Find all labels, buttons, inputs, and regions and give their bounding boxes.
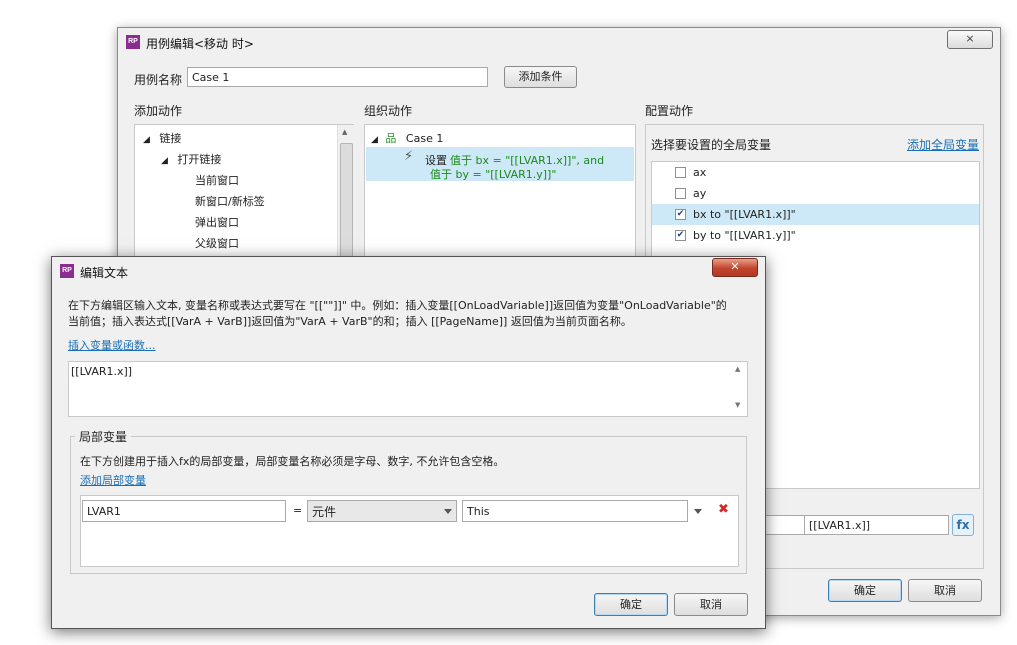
action-detail-line2: 值于 by = "[[LVAR1.y]]" — [430, 168, 557, 181]
collapse-arrow-icon: ◢ — [143, 135, 150, 145]
edit-text-dialog: RP 编辑文本 ✕ 在下方编辑区输入文本, 变量名称或表达式要写在 "[[""]… — [51, 256, 766, 629]
local-variables-group: 局部变量 在下方创建用于插入fx的局部变量，局部变量名称必须是字母、数字, 不允… — [70, 428, 747, 574]
select-global-variable-label: 选择要设置的全局变量 — [651, 138, 772, 152]
add-global-variable-link[interactable]: 添加全局变量 — [907, 136, 979, 153]
local-variables-title: 局部变量 — [75, 428, 132, 445]
tree-node-open-link[interactable]: ◢ 打开链接 — [161, 151, 221, 167]
case-tree-icon: 品 — [385, 132, 397, 145]
case-name-label: 用例名称 — [134, 73, 183, 87]
add-local-variable-link[interactable]: 添加局部变量 — [80, 472, 146, 488]
local-variable-name-input[interactable]: LVAR1 — [82, 500, 286, 522]
instruction-text-line1: 在下方编辑区输入文本, 变量名称或表达式要写在 "[[""]]" 中。例如：插入… — [68, 299, 727, 312]
chevron-down-icon[interactable] — [694, 509, 702, 514]
var-bx-label: bx to "[[LVAR1.x]]" — [693, 208, 796, 221]
local-variable-table: LVAR1 = 元件 This ✖ — [80, 495, 739, 567]
collapse-arrow-icon: ◢ — [371, 135, 378, 145]
var-by-label: by to "[[LVAR1.y]]" — [693, 229, 796, 242]
text-editor-content: [[LVAR1.x]] — [71, 365, 133, 378]
case-name-input[interactable]: Case 1 — [187, 67, 488, 87]
tree-item-parent-window[interactable]: 父级窗口 — [195, 235, 239, 251]
scrollbar-thumb[interactable] — [340, 143, 353, 265]
chevron-down-icon — [444, 509, 452, 514]
case-editor-close-button[interactable]: ⨯ — [947, 30, 993, 49]
var-ax-checkbox[interactable] — [675, 167, 686, 178]
configure-actions-header: 配置动作 — [645, 104, 694, 118]
organize-actions-header: 组织动作 — [364, 104, 413, 118]
action-row-set-variable[interactable]: ⚡ 设置 值于 bx = "[[LVAR1.x]]", and 值于 by = … — [366, 147, 634, 181]
var-by-checkbox[interactable]: ✔ — [675, 230, 686, 241]
case-node[interactable]: ◢ 品 Case 1 — [371, 130, 443, 146]
case-editor-titlebar: RP 用例编辑<移动 时> ⨯ — [118, 28, 1000, 55]
scroll-up-arrow-icon[interactable]: ▲ — [342, 128, 347, 136]
edit-text-titlebar: RP 编辑文本 ✕ — [52, 257, 765, 284]
scroll-down-arrow-icon[interactable]: ▼ — [735, 401, 740, 409]
instruction-text-line2: 当前值；插入表达式[[VarA + VarB]]返回值为"VarA + VarB… — [68, 315, 632, 328]
case-ok-button[interactable]: 确定 — [828, 579, 902, 602]
delete-local-variable-icon[interactable]: ✖ — [718, 502, 729, 517]
type-select-value: 元件 — [312, 505, 337, 519]
app-icon: RP — [126, 35, 140, 49]
local-variables-description: 在下方创建用于插入fx的局部变量，局部变量名称必须是字母、数字, 不允许包含空格… — [80, 455, 505, 468]
app-icon: RP — [60, 264, 74, 278]
var-ay-label: ay — [693, 187, 707, 200]
local-variable-target-select[interactable]: This — [462, 500, 688, 522]
tree-item-popup-window[interactable]: 弹出窗口 — [195, 214, 239, 230]
insert-variable-link[interactable]: 插入变量或函数... — [68, 337, 156, 353]
add-condition-button[interactable]: 添加条件 — [504, 66, 577, 88]
text-editor-scrollbar[interactable]: ▲ ▼ — [731, 362, 747, 416]
var-bx-checkbox[interactable]: ✔ — [675, 209, 686, 220]
add-actions-header: 添加动作 — [134, 104, 183, 118]
edit-ok-button[interactable]: 确定 — [594, 593, 668, 616]
text-editor[interactable]: [[LVAR1.x]] ▲ ▼ — [68, 361, 748, 417]
value-input[interactable]: [[LVAR1.x]] — [804, 515, 949, 535]
tree-item-current-window[interactable]: 当前窗口 — [195, 172, 239, 188]
tree-node-link[interactable]: ◢ 链接 — [143, 130, 181, 146]
case-cancel-button[interactable]: 取消 — [908, 579, 982, 602]
edit-text-close-button[interactable]: ✕ — [712, 258, 758, 277]
collapse-arrow-icon: ◢ — [161, 156, 168, 166]
equals-sign: = — [293, 504, 303, 517]
case-editor-title: 用例编辑<移动 时> — [146, 37, 254, 51]
fx-button[interactable]: fx — [952, 514, 974, 536]
local-variable-type-select[interactable]: 元件 — [307, 500, 457, 522]
lightning-icon: ⚡ — [404, 149, 414, 164]
scroll-up-arrow-icon[interactable]: ▲ — [735, 365, 740, 373]
tree-item-new-window[interactable]: 新窗口/新标签 — [195, 193, 265, 209]
edit-text-title: 编辑文本 — [80, 266, 129, 280]
var-ay-checkbox[interactable] — [675, 188, 686, 199]
edit-cancel-button[interactable]: 取消 — [674, 593, 748, 616]
var-ax-label: ax — [693, 166, 707, 179]
